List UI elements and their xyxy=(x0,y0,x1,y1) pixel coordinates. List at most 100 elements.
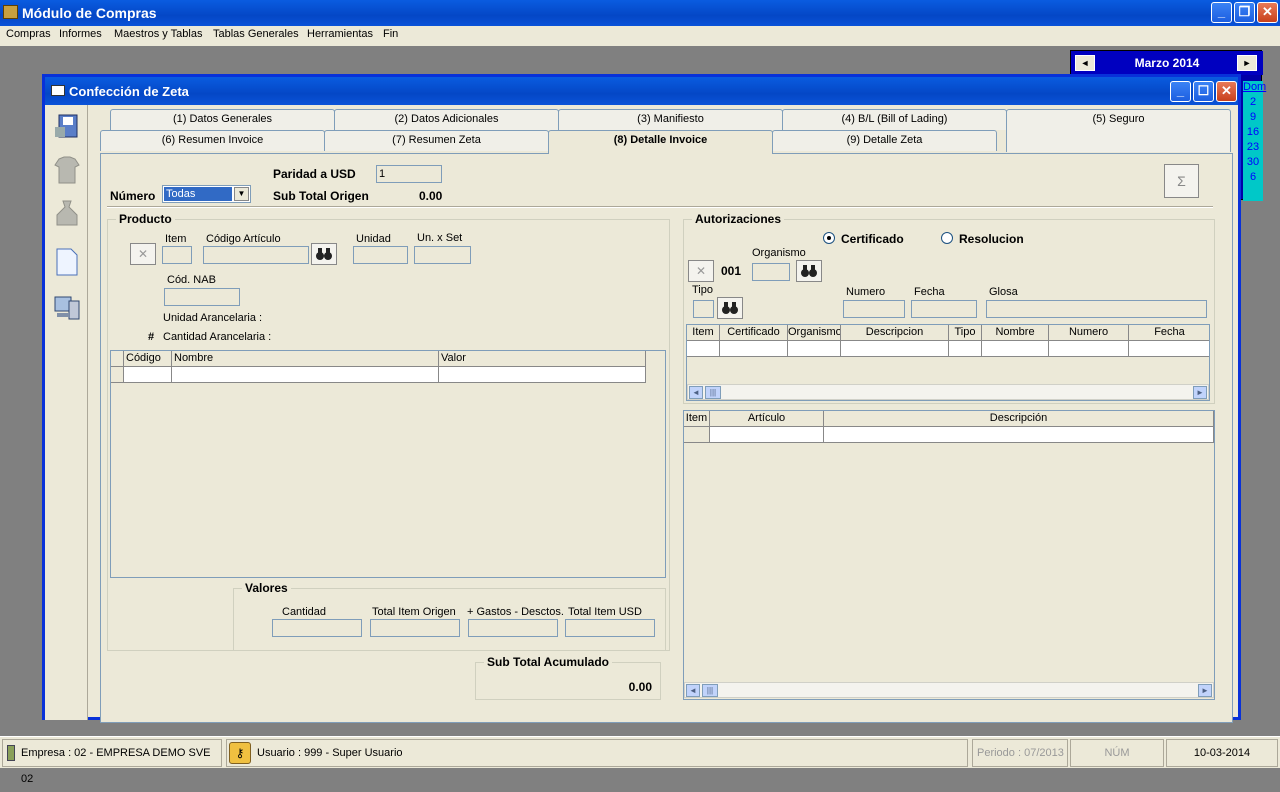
articulos-grid[interactable]: Item Artículo Descripción ◄ ||| ► xyxy=(683,410,1215,700)
scroll-thumb[interactable]: ||| xyxy=(702,684,718,697)
item-input[interactable] xyxy=(162,246,192,264)
calendar-day[interactable]: 2 xyxy=(1243,96,1263,111)
binoculars-icon[interactable] xyxy=(311,243,337,265)
menu-compras[interactable]: Compras xyxy=(6,28,51,40)
calendar-day[interactable]: 23 xyxy=(1243,141,1263,156)
codigo-grid[interactable]: Código Nombre Valor xyxy=(110,350,666,578)
horizontal-scrollbar[interactable]: ◄ ||| ► xyxy=(684,682,1214,698)
scroll-thumb[interactable]: ||| xyxy=(705,386,721,399)
table-cell[interactable] xyxy=(824,427,1214,443)
table-cell[interactable] xyxy=(982,341,1049,357)
table-cell[interactable] xyxy=(841,341,949,357)
autorizaciones-group: Autorizaciones Certificado Resolucion Or… xyxy=(683,212,1215,404)
tab-detalle-invoice[interactable]: (8) Detalle Invoice xyxy=(548,130,773,154)
numero-aut-input[interactable] xyxy=(843,300,905,318)
grid-header-numero[interactable]: Numero xyxy=(1049,325,1129,341)
table-cell[interactable] xyxy=(949,341,982,357)
menu-herramientas[interactable]: Herramientas xyxy=(307,28,373,40)
table-cell[interactable] xyxy=(1129,341,1209,357)
table-cell[interactable] xyxy=(439,367,646,383)
grid-header-item[interactable]: Item xyxy=(687,325,720,341)
calendar-day[interactable]: 16 xyxy=(1243,126,1263,141)
organismo-input[interactable] xyxy=(752,263,790,281)
tipo-binoculars-icon[interactable] xyxy=(717,297,743,319)
status-bar: Empresa : 02 - EMPRESA DEMO SVE 02 ⚷ Usu… xyxy=(0,736,1280,785)
tab-resumen-zeta[interactable]: (7) Resumen Zeta xyxy=(324,130,549,151)
table-cell[interactable] xyxy=(687,341,720,357)
menu-tablas-generales[interactable]: Tablas Generales xyxy=(213,28,299,40)
unidad-input[interactable] xyxy=(353,246,408,264)
menu-maestros[interactable]: Maestros y Tablas xyxy=(114,28,202,40)
shirt-icon[interactable] xyxy=(51,153,83,187)
grid-header-articulo[interactable]: Artículo xyxy=(710,411,824,427)
table-cell[interactable] xyxy=(172,367,439,383)
grid-header-fecha[interactable]: Fecha xyxy=(1129,325,1209,341)
document-icon[interactable] xyxy=(51,245,83,279)
certificado-radio[interactable] xyxy=(823,232,835,244)
resolucion-radio[interactable] xyxy=(941,232,953,244)
grid-header-organismo[interactable]: Organismo xyxy=(788,325,841,341)
grid-header-item[interactable]: Item xyxy=(684,411,710,427)
autorizaciones-grid[interactable]: Item Certificado Organismo Descripcion T… xyxy=(686,324,1210,401)
scroll-right-icon[interactable]: ► xyxy=(1198,684,1212,697)
bag-icon[interactable] xyxy=(51,197,83,231)
grid-header-nombre[interactable]: Nombre xyxy=(172,351,439,367)
grid-header-descripcion[interactable]: Descripción xyxy=(824,411,1214,427)
delete-item-button[interactable]: ✕ xyxy=(130,243,156,265)
tipo-input[interactable] xyxy=(693,300,714,318)
table-cell[interactable] xyxy=(710,427,824,443)
organismo-binoculars-icon[interactable] xyxy=(796,260,822,282)
unxset-input[interactable] xyxy=(414,246,471,264)
cantidad-input[interactable] xyxy=(272,619,362,637)
close-icon[interactable]: ✕ xyxy=(1257,2,1278,23)
total-item-origen-input[interactable] xyxy=(370,619,460,637)
codigo-articulo-input[interactable] xyxy=(203,246,309,264)
scroll-left-icon[interactable]: ◄ xyxy=(689,386,703,399)
total-item-usd-input[interactable] xyxy=(565,619,655,637)
window-maximize-icon[interactable]: ☐ xyxy=(1193,81,1214,102)
calendar-prev-icon[interactable]: ◄ xyxy=(1075,55,1095,71)
table-cell[interactable] xyxy=(124,367,172,383)
numero-select[interactable]: Todas ▼ xyxy=(162,185,251,203)
delete-autorizacion-button[interactable]: ✕ xyxy=(688,260,714,282)
glosa-input[interactable] xyxy=(986,300,1207,318)
grid-header-tipo[interactable]: Tipo xyxy=(949,325,982,341)
grid-header-codigo[interactable]: Código xyxy=(124,351,172,367)
calendar-day[interactable]: 30 xyxy=(1243,156,1263,171)
grid-header-descripcion[interactable]: Descripcion xyxy=(841,325,949,341)
tab-bill-of-lading[interactable]: (4) B/L (Bill of Lading) xyxy=(782,109,1007,130)
table-cell[interactable] xyxy=(788,341,841,357)
scroll-left-icon[interactable]: ◄ xyxy=(686,684,700,697)
paridad-label: Paridad a USD xyxy=(273,167,356,181)
paridad-input[interactable]: 1 xyxy=(376,165,442,183)
restore-icon[interactable]: ❐ xyxy=(1234,2,1255,23)
fecha-input[interactable] xyxy=(911,300,977,318)
tab-resumen-invoice[interactable]: (6) Resumen Invoice xyxy=(100,130,325,151)
grid-header-certificado[interactable]: Certificado xyxy=(720,325,788,341)
tab-seguro[interactable]: (5) Seguro xyxy=(1006,109,1231,152)
window-close-icon[interactable]: ✕ xyxy=(1216,81,1237,102)
tab-datos-generales[interactable]: (1) Datos Generales xyxy=(110,109,335,130)
cod-nab-input[interactable] xyxy=(164,288,240,306)
tab-datos-adicionales[interactable]: (2) Datos Adicionales xyxy=(334,109,559,130)
window-minimize-icon[interactable]: _ xyxy=(1170,81,1191,102)
table-cell[interactable] xyxy=(720,341,788,357)
tab-manifiesto[interactable]: (3) Manifiesto xyxy=(558,109,783,130)
calendar-next-icon[interactable]: ► xyxy=(1237,55,1257,71)
grid-header-nombre[interactable]: Nombre xyxy=(982,325,1049,341)
chevron-down-icon[interactable]: ▼ xyxy=(234,187,249,201)
save-icon[interactable] xyxy=(51,109,83,143)
calendar-day[interactable]: 6 xyxy=(1243,171,1263,186)
table-cell[interactable] xyxy=(1049,341,1129,357)
sigma-button[interactable]: Σ xyxy=(1164,164,1199,198)
scroll-right-icon[interactable]: ► xyxy=(1193,386,1207,399)
menu-informes[interactable]: Informes xyxy=(59,28,102,40)
minimize-icon[interactable]: _ xyxy=(1211,2,1232,23)
computer-icon[interactable] xyxy=(51,291,83,325)
menu-fin[interactable]: Fin xyxy=(383,28,398,40)
tab-detalle-zeta[interactable]: (9) Detalle Zeta xyxy=(772,130,997,151)
gastos-desctos-input[interactable] xyxy=(468,619,558,637)
horizontal-scrollbar[interactable]: ◄ ||| ► xyxy=(687,384,1209,400)
calendar-day[interactable]: 9 xyxy=(1243,111,1263,126)
grid-header-valor[interactable]: Valor xyxy=(439,351,646,367)
